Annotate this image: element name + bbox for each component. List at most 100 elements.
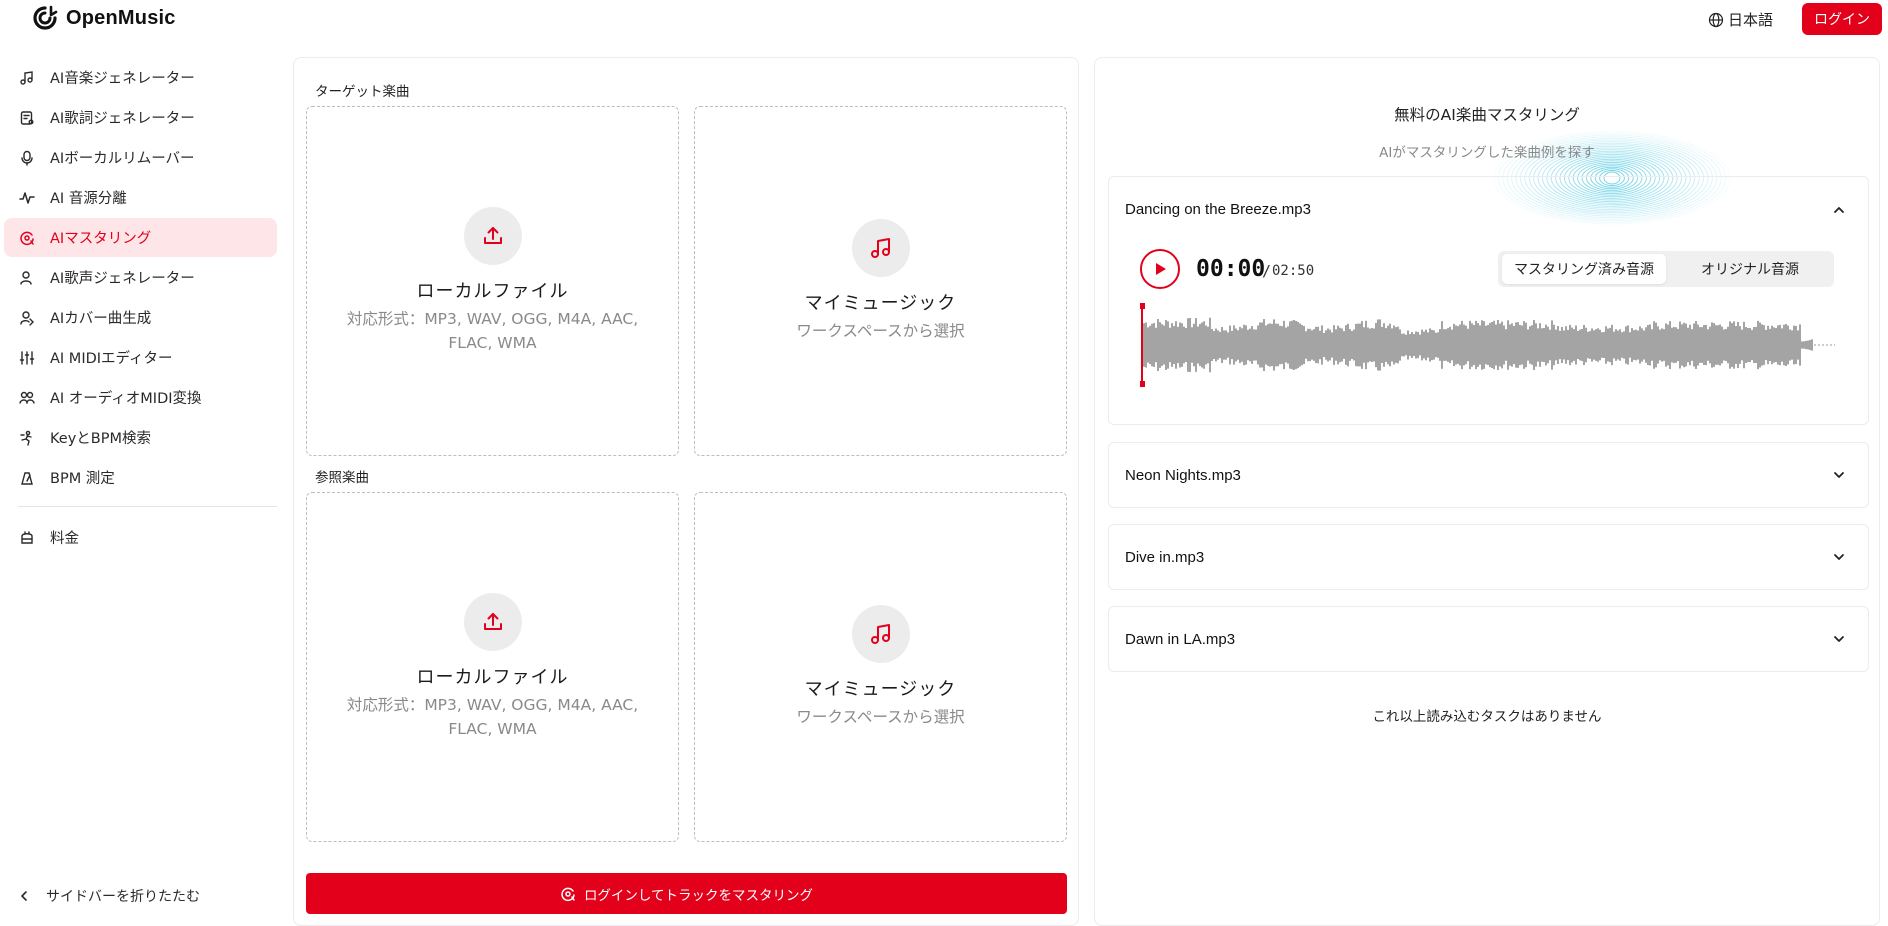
audio-version-toggle: マスタリング済み音源 オリジナル音源	[1498, 251, 1834, 287]
sidebar-item-label: AI歌詞ジェネレーター	[50, 111, 195, 127]
sidebar-item-audio-to-midi[interactable]: AI オーディオMIDI変換	[4, 378, 277, 417]
sidebar-item-label: AIボーカルリムーバー	[50, 151, 195, 167]
sidebar-item-cover-generator[interactable]: AIカバー曲生成	[4, 298, 277, 337]
examples-title: 無料のAI楽曲マスタリング	[1394, 106, 1580, 124]
my-music-subtitle: ワークスペースから選択	[796, 322, 965, 340]
chevron-left-icon	[18, 890, 30, 902]
mastering-icon	[560, 886, 576, 902]
supported-formats-text: 対応形式：MP3, WAV, OGG, M4A, AAC, FLAC, WMA	[346, 310, 639, 352]
sidebar-item-bpm-counter[interactable]: BPM 測定	[4, 458, 277, 497]
login-button[interactable]: ログイン	[1802, 3, 1882, 35]
track-card[interactable]: Dive in.mp3	[1108, 524, 1869, 590]
lyrics-icon	[18, 109, 36, 127]
brand-logo[interactable]: OpenMusic	[32, 5, 176, 31]
sidebar-item-mastering[interactable]: AIマスタリング	[4, 218, 277, 257]
top-header: OpenMusic 日本語 ログイン	[0, 0, 1888, 40]
my-music-subtitle: ワークスペースから選択	[796, 708, 965, 726]
track-card[interactable]: Dawn in LA.mp3	[1108, 606, 1869, 672]
music-note-icon	[18, 69, 36, 87]
sidebar-item-label: KeyとBPM検索	[50, 431, 151, 447]
sidebar-item-label: AI 音源分離	[50, 191, 127, 207]
chevron-down-icon[interactable]	[1832, 550, 1846, 564]
tab-mastered[interactable]: マスタリング済み音源	[1502, 254, 1666, 284]
music-note-icon	[869, 236, 893, 260]
examples-subtitle: AIがマスタリングした楽曲例を探す	[1379, 145, 1595, 161]
current-time: 00:00	[1196, 256, 1266, 282]
local-file-title: ローカルファイル	[416, 281, 569, 302]
reference-local-file-upload[interactable]: ローカルファイル 対応形式：MP3, WAV, OGG, M4A, AAC, F…	[306, 492, 679, 842]
reference-my-music-select[interactable]: マイミュージック ワークスペースから選択	[694, 492, 1067, 842]
total-time: 02:50	[1272, 263, 1315, 279]
track-card[interactable]: Neon Nights.mp3	[1108, 442, 1869, 508]
language-selector[interactable]: 日本語	[1708, 9, 1773, 30]
cta-label: ログインしてトラックをマスタリング	[583, 887, 814, 904]
sidebar-item-stem-separation[interactable]: AI 音源分離	[4, 178, 277, 217]
midi-editor-icon	[18, 349, 36, 367]
reference-track-label: 参照楽曲	[315, 470, 369, 486]
audio-waveform[interactable]	[1140, 303, 1835, 387]
track-name[interactable]: Dancing on the Breeze.mp3	[1125, 201, 1311, 218]
my-music-title: マイミュージック	[804, 679, 957, 700]
sidebar-item-label: AI MIDIエディター	[50, 351, 173, 367]
singer-icon	[18, 269, 36, 287]
music-circle	[851, 605, 910, 663]
target-my-music-select[interactable]: マイミュージック ワークスペースから選択	[694, 106, 1067, 456]
track-name: Dawn in LA.mp3	[1125, 631, 1236, 648]
sidebar-item-label: AI歌声ジェネレーター	[50, 271, 195, 287]
chevron-down-icon[interactable]	[1832, 632, 1846, 646]
sidebar-item-music-generator[interactable]: AI音楽ジェネレーター	[4, 58, 277, 97]
sidebar-item-lyrics-generator[interactable]: AI歌詞ジェネレーター	[4, 98, 277, 137]
bpm-icon	[18, 469, 36, 487]
sidebar-item-vocal-remover[interactable]: AIボーカルリムーバー	[4, 138, 277, 177]
sidebar-divider	[18, 506, 277, 507]
sidebar-item-label: AIカバー曲生成	[50, 311, 152, 327]
collapse-sidebar-button[interactable]: サイドバーを折りたたむ	[18, 886, 200, 906]
upload-icon	[482, 225, 504, 247]
key-bpm-icon	[18, 429, 36, 447]
local-file-title: ローカルファイル	[416, 667, 569, 688]
language-label: 日本語	[1728, 12, 1774, 29]
brand-name: OpenMusic	[66, 6, 176, 29]
track-name: Neon Nights.mp3	[1125, 467, 1241, 484]
supported-formats-text: 対応形式：MP3, WAV, OGG, M4A, AAC, FLAC, WMA	[346, 696, 639, 738]
globe-icon	[1708, 12, 1724, 28]
target-track-label: ターゲット楽曲	[315, 84, 410, 100]
login-to-master-button[interactable]: ログインしてトラックをマスタリング	[306, 873, 1067, 914]
sidebar: AI音楽ジェネレーター AI歌詞ジェネレーター AIボーカルリムーバー AI 音…	[0, 58, 280, 926]
track-card-expanded: Dancing on the Breeze.mp3	[1108, 176, 1869, 425]
chevron-down-icon[interactable]	[1832, 468, 1846, 482]
openmusic-logo-icon	[32, 5, 58, 31]
music-circle	[851, 219, 910, 277]
upload-circle	[463, 207, 522, 265]
my-music-title: マイミュージック	[804, 293, 957, 314]
playhead-handle-bottom[interactable]	[1140, 381, 1145, 387]
playhead-handle-top[interactable]	[1140, 303, 1145, 309]
music-note-icon	[869, 622, 893, 646]
sidebar-item-label: AI オーディオMIDI変換	[50, 391, 202, 407]
audio-midi-icon	[18, 389, 36, 407]
time-separator: /	[1262, 262, 1272, 280]
tab-original[interactable]: オリジナル音源	[1670, 254, 1830, 284]
sidebar-item-label: 料金	[50, 531, 79, 547]
chevron-up-icon[interactable]	[1832, 203, 1846, 217]
collapse-label: サイドバーを折りたたむ	[46, 889, 200, 905]
sidebar-item-label: BPM 測定	[50, 471, 115, 487]
play-button[interactable]	[1140, 249, 1180, 289]
no-more-tasks-text: これ以上読み込むタスクはありません	[1372, 709, 1602, 725]
target-local-file-upload[interactable]: ローカルファイル 対応形式：MP3, WAV, OGG, M4A, AAC, F…	[306, 106, 679, 456]
sidebar-item-key-bpm-finder[interactable]: KeyとBPM検索	[4, 418, 277, 457]
upload-circle	[463, 593, 522, 651]
sidebar-item-label: AI音楽ジェネレーター	[50, 71, 195, 87]
vocal-remover-icon	[18, 149, 36, 167]
sidebar-item-label: AIマスタリング	[50, 231, 152, 247]
mastering-icon	[18, 229, 36, 247]
sidebar-item-singer-generator[interactable]: AI歌声ジェネレーター	[4, 258, 277, 297]
play-icon	[1152, 261, 1168, 277]
cover-icon	[18, 309, 36, 327]
track-name: Dive in.mp3	[1125, 549, 1205, 566]
pricing-icon	[18, 529, 36, 547]
sidebar-item-midi-editor[interactable]: AI MIDIエディター	[4, 338, 277, 377]
stem-split-icon	[18, 189, 36, 207]
sidebar-item-pricing[interactable]: 料金	[4, 518, 277, 557]
upload-icon	[482, 611, 504, 633]
